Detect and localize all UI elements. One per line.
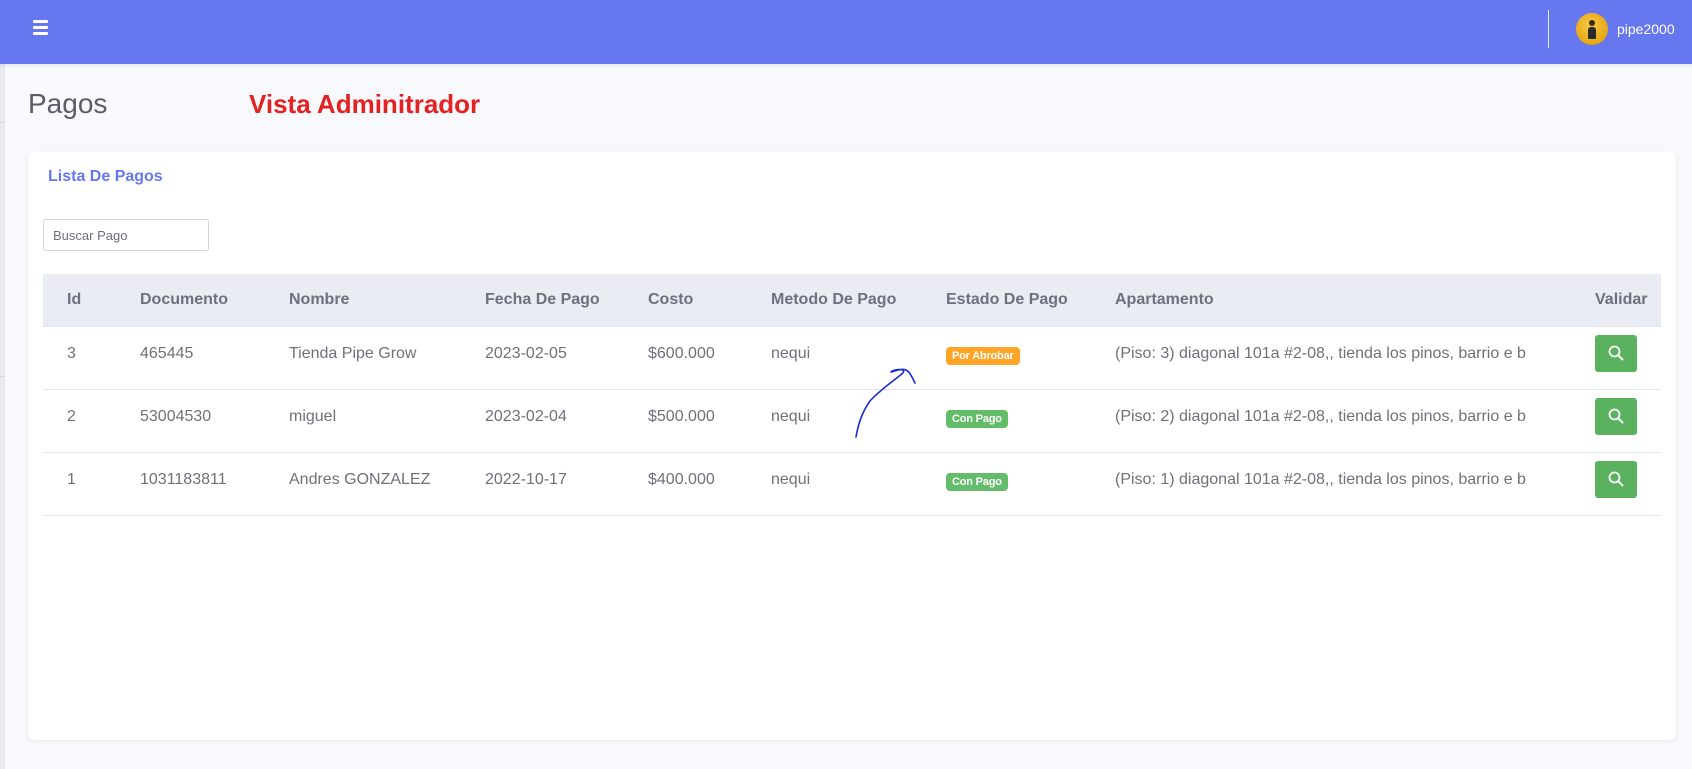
search-icon [1608, 408, 1624, 424]
cell-costo: $500.000 [648, 407, 715, 425]
card-title: Lista De Pagos [48, 168, 163, 185]
cell-apartamento: (Piso: 3) diagonal 101a #2-08,, tienda l… [1115, 344, 1526, 362]
cell-estado: Por Abrobar [934, 326, 1103, 389]
search-icon [1608, 345, 1624, 361]
cell-estado: Con Pago [934, 389, 1103, 452]
validate-button[interactable] [1595, 460, 1637, 498]
cell-apartamento: (Piso: 2) diagonal 101a #2-08,, tienda l… [1115, 407, 1526, 425]
topbar: pipe2000 [0, 0, 1692, 64]
username: pipe2000 [1617, 21, 1675, 37]
header-validar: Validar [1583, 274, 1661, 327]
cell-costo: $600.000 [648, 344, 715, 362]
cell-nombre: Andres GONZALEZ [289, 470, 431, 488]
validate-button[interactable] [1595, 397, 1637, 435]
table-row: 2 53004530 miguel 2023-02-04 $500.000 ne… [43, 389, 1661, 452]
sidebar-edge [0, 0, 5, 769]
header-costo[interactable]: Costo [636, 274, 759, 327]
status-badge: Con Pago [946, 472, 1008, 491]
cell-metodo: nequi [771, 407, 811, 425]
cell-nombre: Tienda Pipe Grow [289, 344, 417, 362]
header-estado[interactable]: Estado De Pago [934, 274, 1103, 327]
cell-fecha: 2023-02-04 [485, 407, 567, 425]
hamburger-menu-icon[interactable] [33, 20, 48, 35]
user-menu[interactable]: pipe2000 [1576, 13, 1675, 45]
cell-id: 1 [67, 470, 76, 488]
sidebar-divider [0, 376, 5, 377]
cell-documento: 53004530 [140, 407, 212, 425]
admin-view-label: Vista Adminitrador [249, 89, 481, 119]
payments-table: Id Documento Nombre Fecha De Pago Costo … [43, 274, 1661, 516]
cell-validar [1583, 326, 1661, 389]
header-id[interactable]: Id [43, 274, 128, 327]
status-badge: Por Abrobar [946, 346, 1020, 365]
cell-nombre: miguel [289, 407, 337, 425]
table-row: 1 1031183811 Andres GONZALEZ 2022-10-17 … [43, 452, 1661, 515]
status-badge: Con Pago [946, 409, 1008, 428]
cell-metodo: nequi [771, 470, 811, 488]
header-fecha[interactable]: Fecha De Pago [473, 274, 636, 327]
cell-documento: 465445 [140, 344, 194, 362]
validate-button[interactable] [1595, 334, 1637, 372]
header-documento[interactable]: Documento [128, 274, 277, 327]
cell-fecha: 2023-02-05 [485, 344, 567, 362]
search-icon [1608, 471, 1624, 487]
header-nombre[interactable]: Nombre [277, 274, 473, 327]
avatar[interactable] [1576, 13, 1608, 45]
cell-documento: 1031183811 [140, 470, 227, 488]
page-title: Pagos [28, 88, 108, 119]
cell-validar [1583, 389, 1661, 452]
payments-card: Lista De Pagos Id Documento Nombre Fecha… [28, 152, 1676, 740]
cell-validar [1583, 452, 1661, 515]
search-input[interactable] [43, 219, 209, 251]
sidebar-divider [0, 122, 5, 123]
cell-estado: Con Pago [934, 452, 1103, 515]
cell-metodo: nequi [771, 344, 811, 362]
cell-id: 3 [67, 344, 76, 362]
header-metodo[interactable]: Metodo De Pago [759, 274, 934, 327]
cell-id: 2 [67, 407, 76, 425]
table-row: 3 465445 Tienda Pipe Grow 2023-02-05 $60… [43, 326, 1661, 389]
header-apartamento[interactable]: Apartamento [1103, 274, 1583, 327]
table-header-row: Id Documento Nombre Fecha De Pago Costo … [43, 274, 1661, 327]
topbar-divider [1548, 10, 1549, 48]
cell-costo: $400.000 [648, 470, 715, 488]
cell-apartamento: (Piso: 1) diagonal 101a #2-08,, tienda l… [1115, 470, 1526, 488]
cell-fecha: 2022-10-17 [485, 470, 567, 488]
